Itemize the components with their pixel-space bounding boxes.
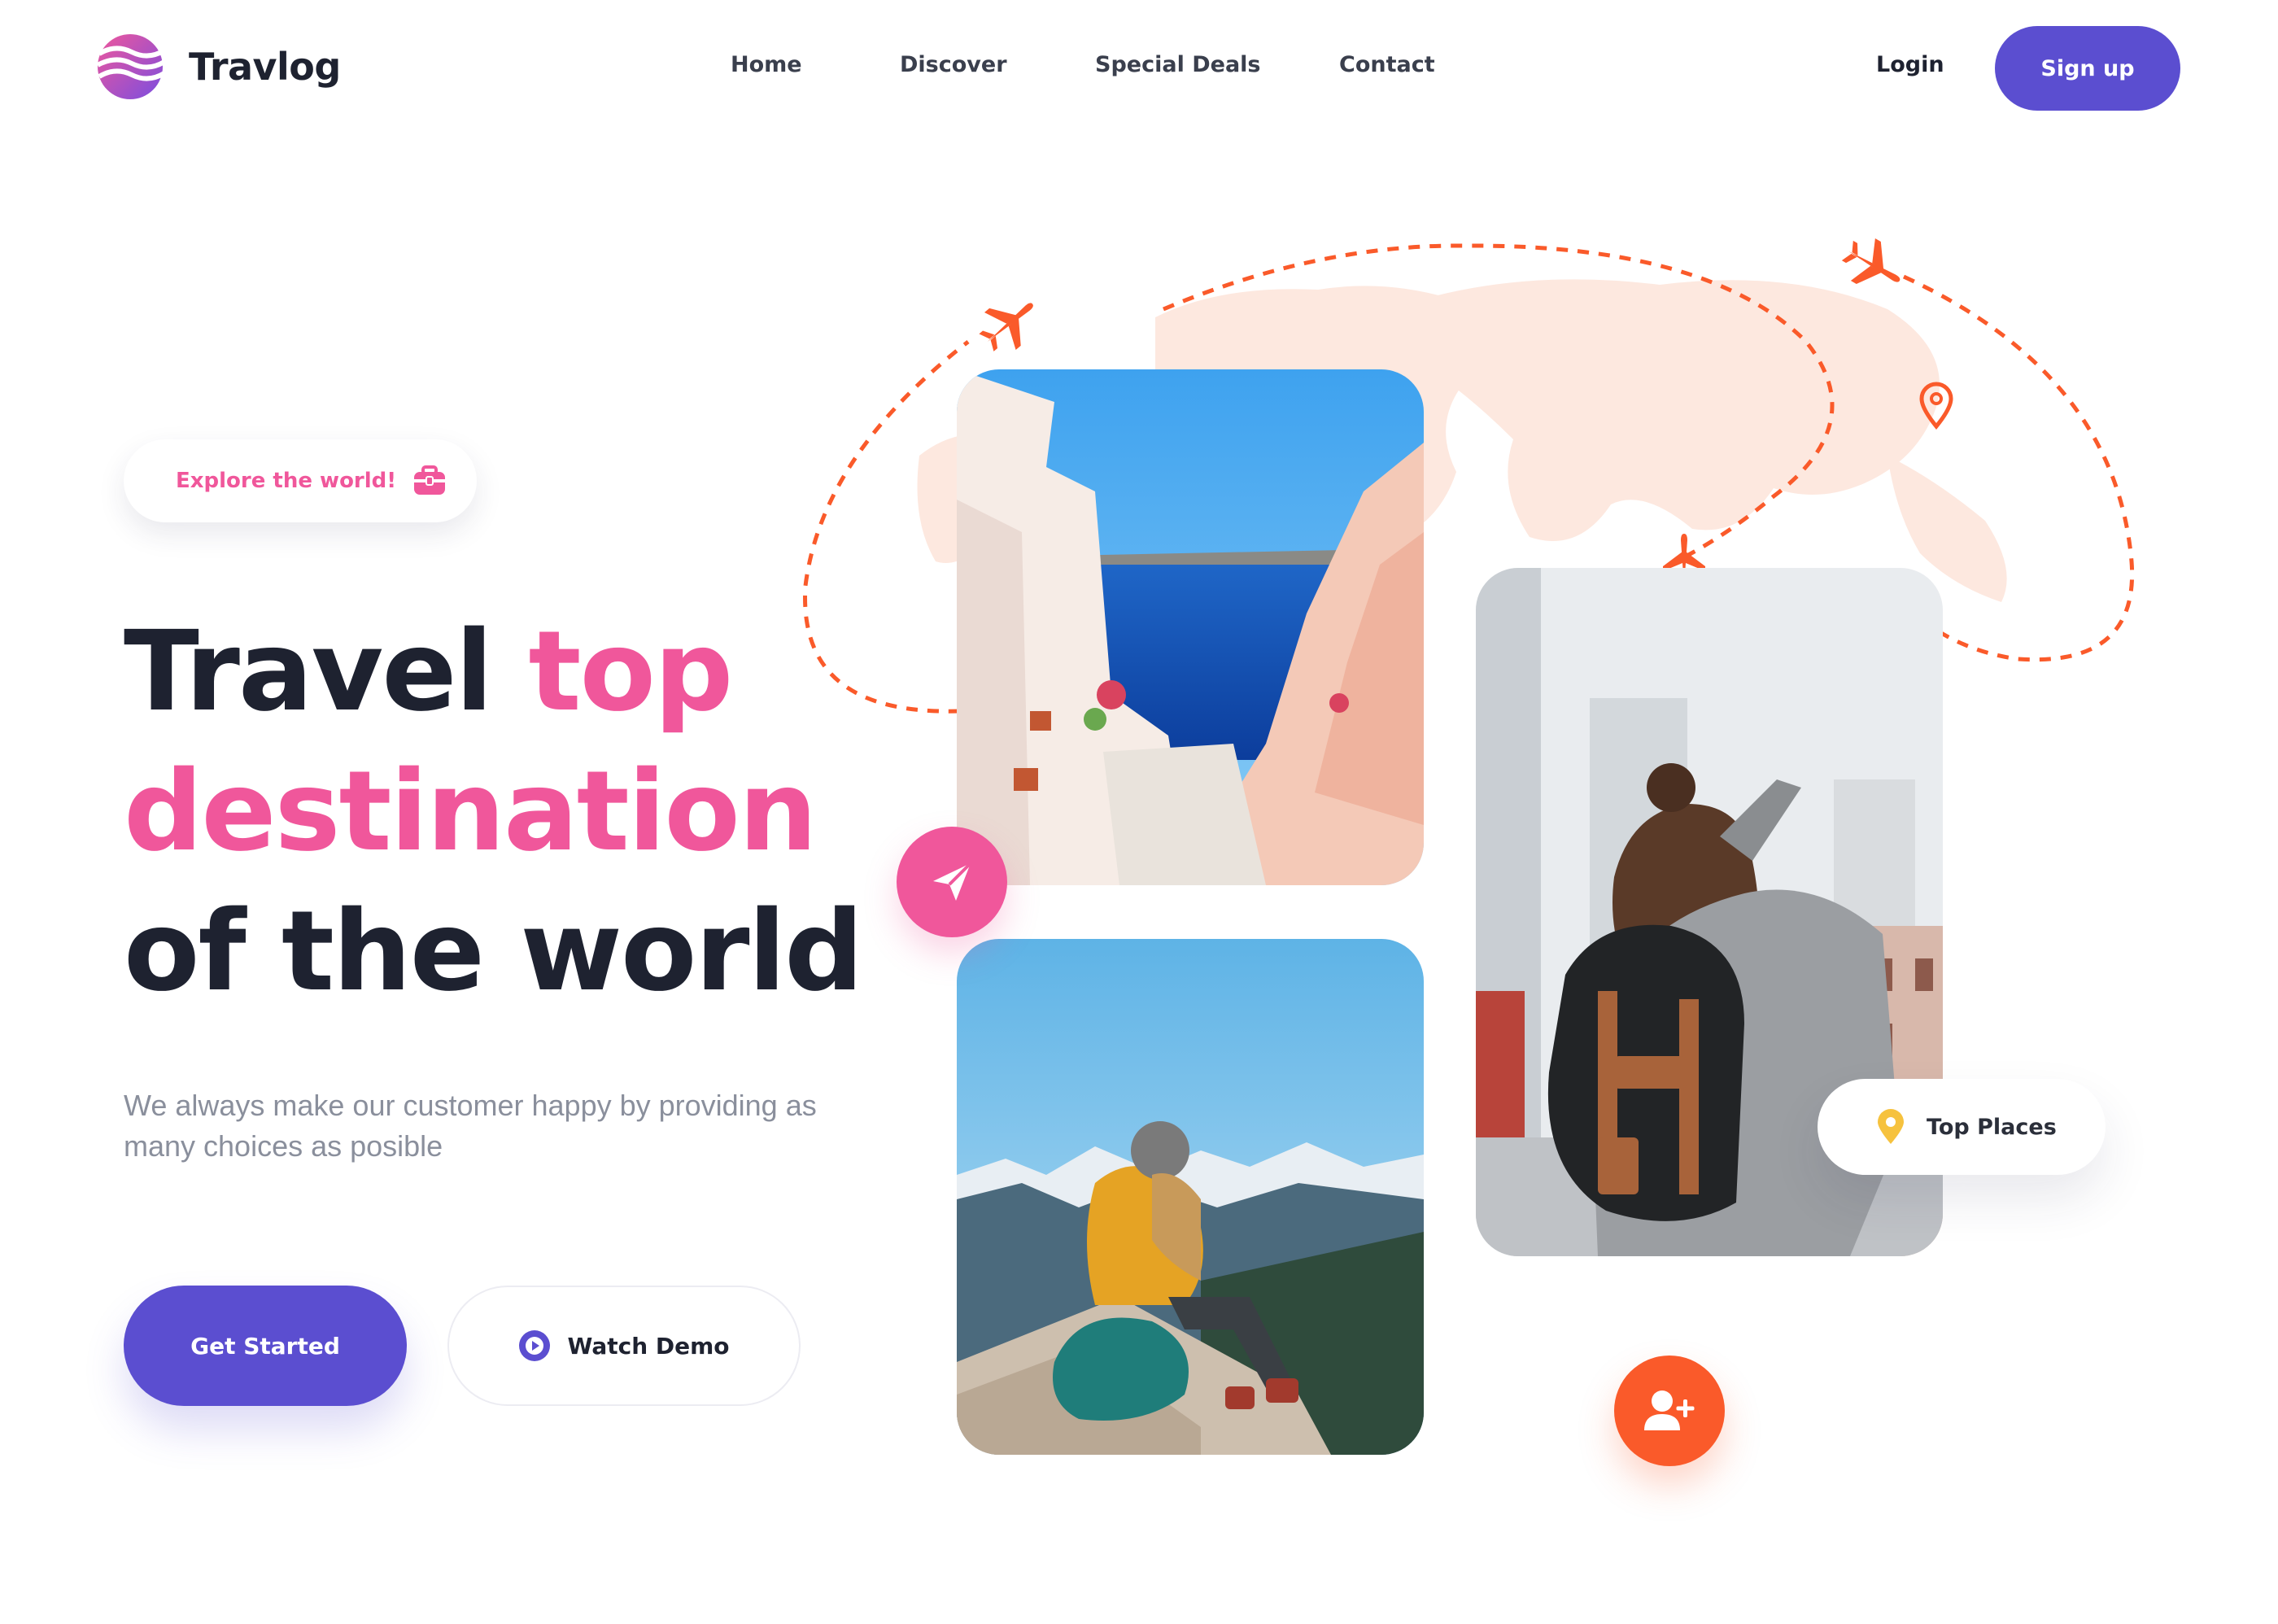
headline-part-1: Travel	[124, 608, 529, 736]
headline-part-4: of the world	[124, 888, 863, 1016]
airplane-icon	[979, 303, 1033, 351]
top-places-label: Top Places	[1927, 1114, 2057, 1140]
nav-item-contact[interactable]: Contact	[1339, 52, 1435, 77]
nav-item-discover[interactable]: Discover	[900, 52, 1007, 77]
play-icon	[519, 1330, 551, 1361]
map-pin-icon	[1919, 382, 1953, 430]
login-link[interactable]: Login	[1876, 52, 1944, 77]
headline-part-3: destination	[124, 748, 818, 876]
headline-part-2: top	[528, 608, 734, 736]
brand-name: Travlog	[189, 45, 341, 89]
nav-item-special-deals[interactable]: Special Deals	[1095, 52, 1261, 77]
photo-mountain-hiker	[957, 939, 1424, 1455]
nav-item-home[interactable]: Home	[731, 52, 802, 77]
signup-button[interactable]: Sign up	[1995, 26, 2180, 111]
add-user-icon	[1644, 1390, 1695, 1430]
hero-subtext: We always make our customer happy by pro…	[124, 1089, 817, 1163]
photo-santorini	[957, 369, 1424, 885]
paper-plane-icon	[933, 862, 972, 901]
send-button[interactable]	[897, 827, 1007, 937]
add-user-button[interactable]	[1614, 1356, 1725, 1466]
airplane-icon	[1841, 238, 1901, 284]
explore-badge-label: Explore the world!	[176, 469, 397, 493]
watch-demo-label: Watch Demo	[567, 1332, 730, 1360]
explore-badge: Explore the world!	[124, 439, 477, 522]
watch-demo-button[interactable]: Watch Demo	[447, 1286, 801, 1406]
briefcase-icon	[414, 465, 446, 495]
brand-logo[interactable]: Travlog	[96, 33, 341, 101]
hero-headline: Travel top destination of the world	[124, 602, 863, 1022]
top-places-card[interactable]: Top Places	[1818, 1079, 2106, 1175]
get-started-button[interactable]: Get Started	[124, 1286, 407, 1406]
location-pin-icon	[1878, 1109, 1904, 1144]
logo-icon	[96, 34, 164, 99]
